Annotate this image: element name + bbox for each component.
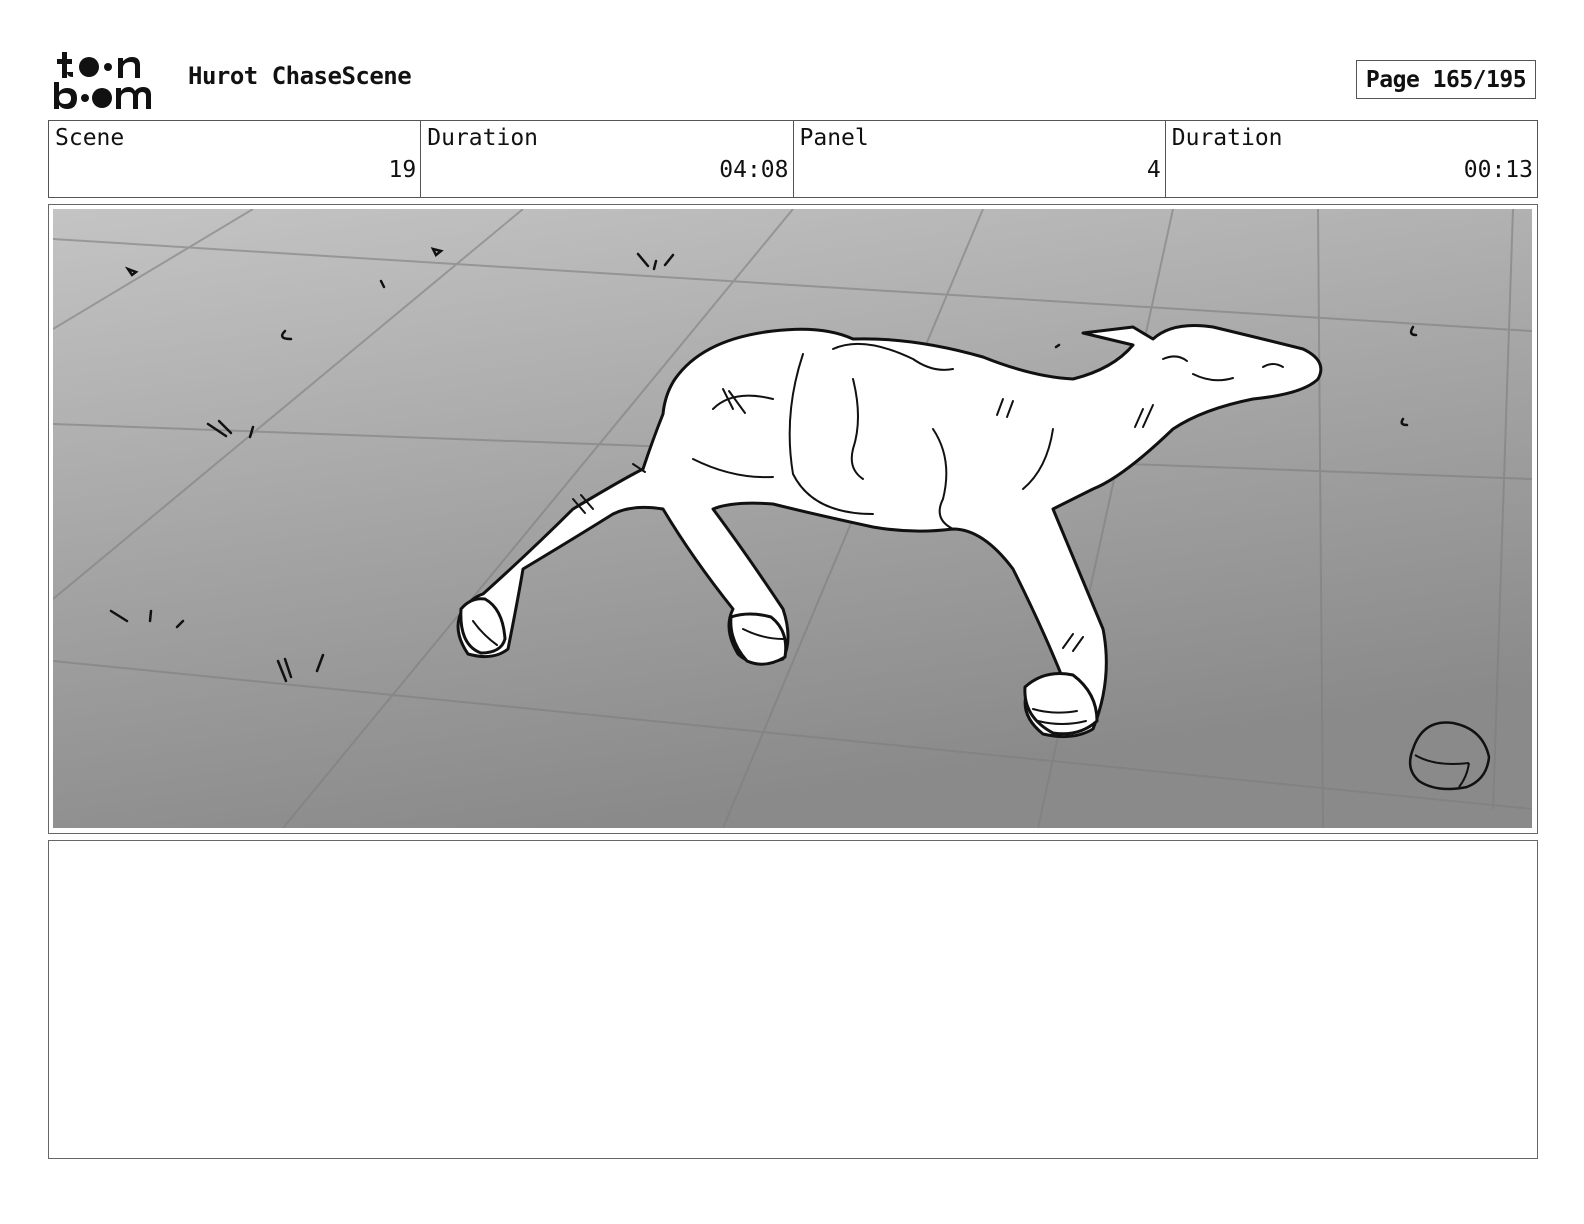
panel-duration-label: Duration <box>1171 125 1283 151</box>
panel-value: 4 <box>1146 157 1161 183</box>
scene-duration-cell: Duration 04:08 <box>421 121 794 197</box>
scene-label: Scene <box>55 125 125 151</box>
scene-duration-label: Duration <box>427 125 539 151</box>
panel-cell: Panel 4 <box>794 121 1166 197</box>
scene-info-row: Scene 19 Duration 04:08 Panel 4 Duration… <box>48 120 1538 198</box>
panel-duration-cell: Duration 00:13 <box>1166 121 1537 197</box>
scene-cell: Scene 19 <box>49 121 422 197</box>
deer-sketch-image <box>53 209 1532 828</box>
storyboard-panel <box>48 204 1538 834</box>
panel-label: Panel <box>799 125 869 151</box>
project-title: Hurot ChaseScene <box>188 62 412 90</box>
toon-boom-logo <box>54 52 151 109</box>
panel-notes-area <box>48 840 1538 1159</box>
scene-duration-value: 04:08 <box>719 157 789 183</box>
panel-duration-value: 00:13 <box>1463 157 1533 183</box>
scene-value: 19 <box>388 157 417 183</box>
page-number: Page 165/195 <box>1356 60 1536 99</box>
